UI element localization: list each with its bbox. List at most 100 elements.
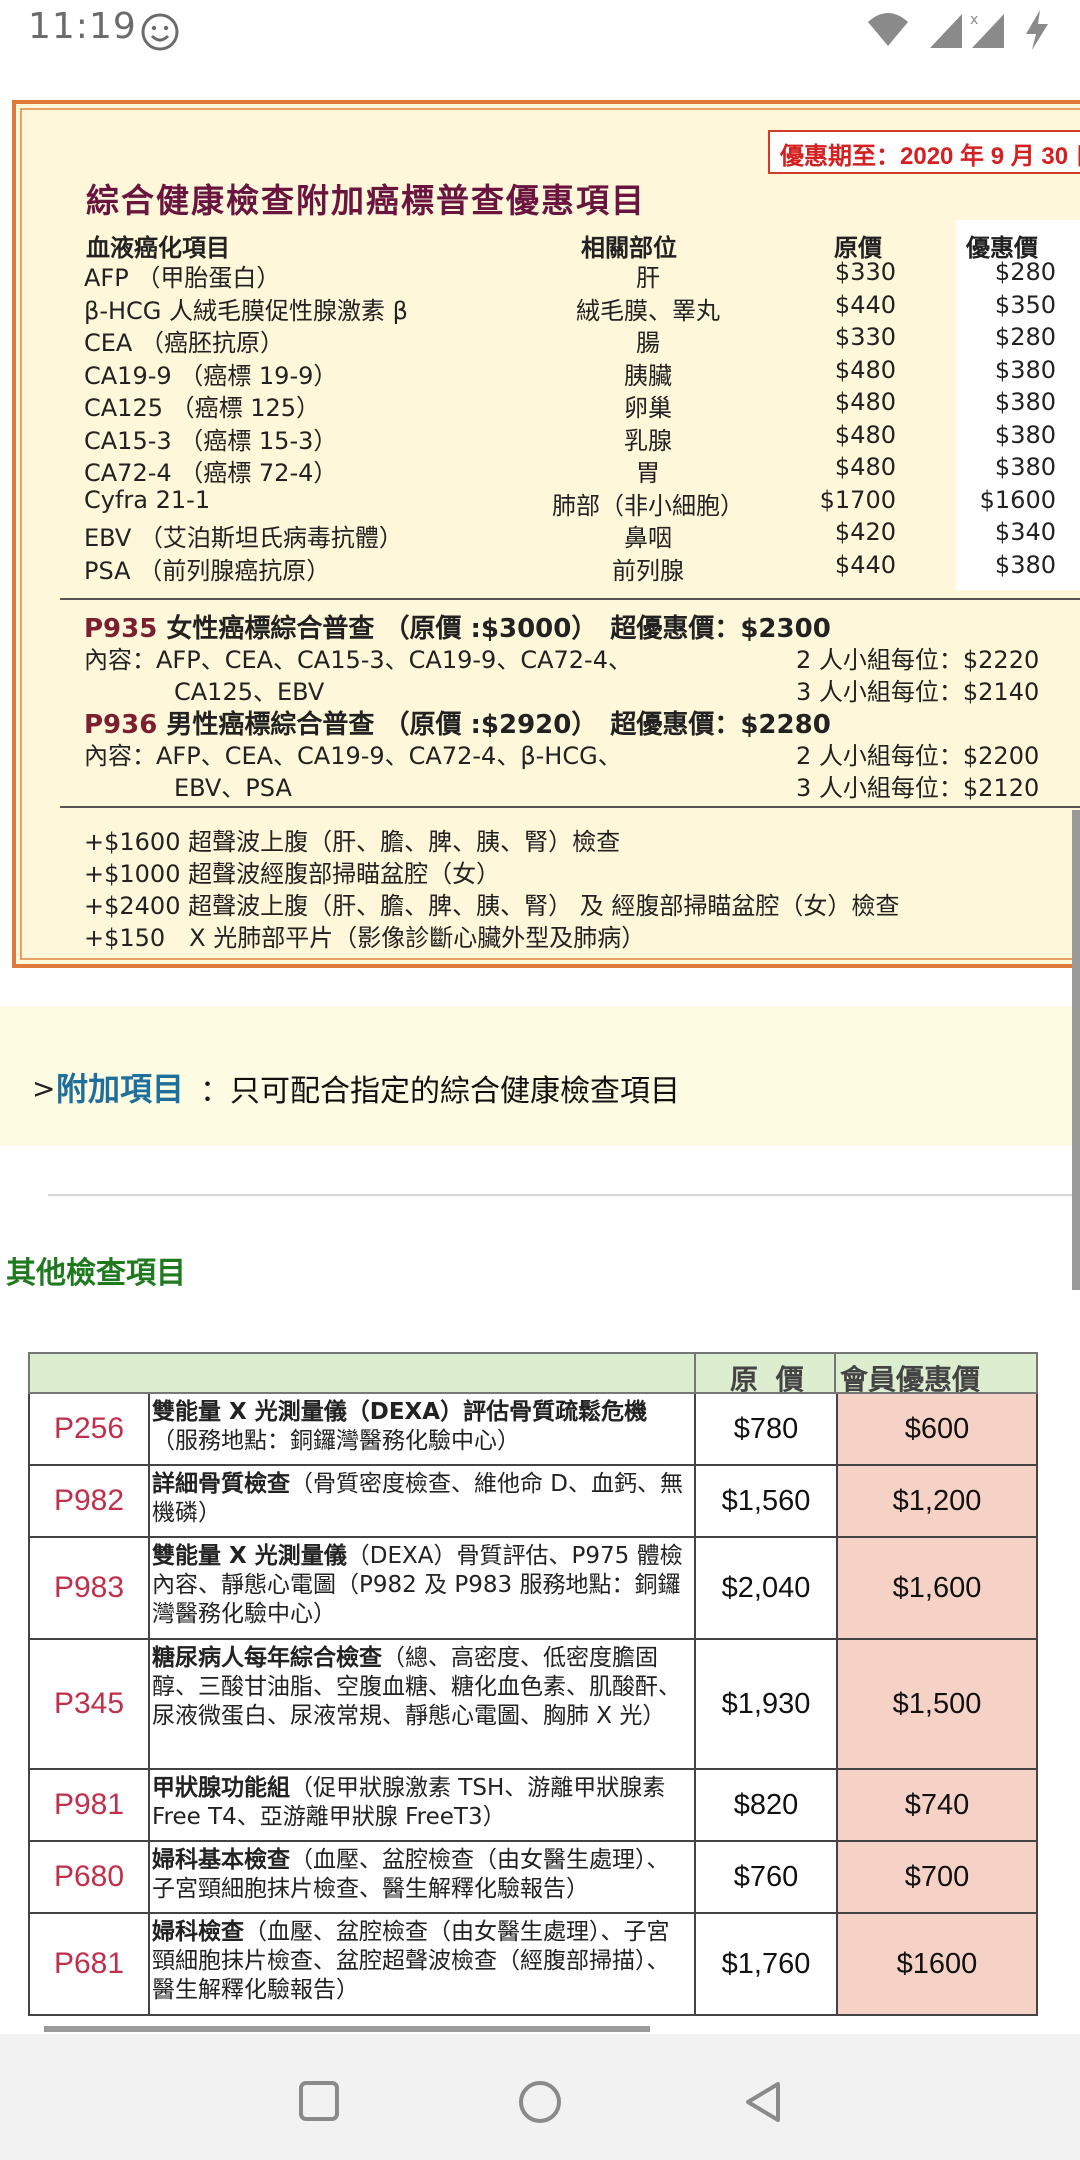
promo-image: 優惠期至：2020 年 9 月 30 日 綜合健康檢查附加癌標普查優惠項目 血液…	[12, 100, 1080, 968]
group-price: 3 人小組每位：$2120	[796, 774, 1040, 802]
promo-item-name: CA72-4 （癌標 72-4）	[84, 459, 338, 487]
member-price: $600	[836, 1394, 1036, 1464]
promo-item-original: $1700	[819, 485, 896, 514]
table-row: P981 甲狀腺功能組（促甲狀腺激素 TSH、游離甲狀腺素 Free T4、亞游離…	[28, 1770, 1038, 1842]
horizontal-scrollbar[interactable]	[44, 2026, 650, 2032]
addon-line: +$150 X 光肺部平片（影像診斷心臟外型及肺病）	[84, 924, 646, 952]
member-price: $1600	[836, 1914, 1036, 2014]
header-original: 原 價	[730, 1363, 808, 1396]
promo-item-original: $330	[834, 323, 896, 351]
test-name: 甲狀腺功能組	[152, 1775, 290, 1801]
smiley-icon	[141, 13, 179, 51]
package-content: 內容：AFP、CEA、CA15-3、CA19-9、CA72-4、	[84, 646, 632, 674]
promo-item-part: 前列腺	[612, 556, 684, 585]
wifi-icon	[868, 13, 908, 46]
addon-line: +$1000 超聲波經腹部掃瞄盆腔（女）	[84, 860, 501, 888]
original-price: $1,760	[694, 1914, 836, 2014]
table-header: 原 價 會員優惠價	[28, 1352, 1038, 1396]
promo-item-discount: $380	[994, 420, 1056, 449]
test-code: P981	[30, 1770, 150, 1840]
promo-item-name: AFP （甲胎蛋白）	[84, 264, 281, 292]
test-description: 甲狀腺功能組（促甲狀腺激素 TSH、游離甲狀腺素 Free T4、亞游離甲狀腺 …	[152, 1774, 692, 1832]
promo-item-name: PSA （前列腺癌抗原）	[84, 556, 331, 585]
original-price: $760	[694, 1842, 836, 1912]
package-content: 內容：AFP、CEA、CA19-9、CA72-4、β-HCG、	[84, 742, 622, 770]
test-code: P680	[30, 1842, 150, 1912]
member-price: $1,600	[836, 1538, 1036, 1638]
chevron-right-icon: >	[32, 1072, 56, 1105]
column-divider	[694, 1354, 696, 1392]
promo-item-part: 卵巢	[624, 394, 672, 422]
test-description: 雙能量 X 光測量儀（DEXA）骨質評估、P975 體檢內容、靜態心電圖（P98…	[152, 1542, 692, 1629]
clock: 11:19	[28, 6, 137, 47]
test-description: 糖尿病人每年綜合檢查（總、高密度、低密度膽固醇、三酸甘油脂、空腹血糖、糖化血色素…	[152, 1644, 692, 1731]
test-details: （服務地點：銅鑼灣醫務化驗中心）	[152, 1428, 520, 1454]
back-triangle-icon[interactable]	[740, 2078, 784, 2126]
promo-item-original: $480	[834, 355, 896, 384]
promo-title: 綜合健康檢查附加癌標普查優惠項目	[86, 181, 646, 220]
home-circle-icon[interactable]	[516, 2078, 564, 2126]
promo-item-discount: $280	[994, 323, 1056, 351]
test-name: 糖尿病人每年綜合檢查	[152, 1645, 382, 1671]
promo-item-original: $480	[834, 453, 896, 481]
promo-row: CA15-3 （癌標 15-3） 乳腺 $480 $380	[16, 420, 1080, 455]
original-price: $780	[694, 1394, 836, 1464]
promo-item-part: 胰臟	[624, 361, 672, 390]
test-description: 詳細骨質檢查（骨質密度檢查、維他命 D、血鈣、無機磷）	[152, 1470, 692, 1528]
group-price: 2 人小組每位：$2200	[796, 742, 1040, 770]
vertical-scrollbar[interactable]	[1072, 810, 1080, 1290]
addon-note: > 附加項目 ：只可配合指定的綜合健康檢查項目	[0, 1006, 1080, 1146]
promo-row: CA19-9 （癌標 19-9） 胰臟 $480 $380	[16, 355, 1080, 390]
charging-icon	[1026, 10, 1048, 50]
promo-item-original: $440	[834, 550, 896, 579]
promo-item-part: 乳腺	[624, 426, 672, 455]
promo-item-part: 鼻咽	[624, 524, 672, 552]
table-row: P680 婦科基本檢查（血壓、盆腔檢查（由女醫生處理）、子宮頸細胞抹片檢查、醫生解…	[28, 1842, 1038, 1914]
promo-item-name: CEA （癌胚抗原）	[84, 329, 284, 357]
promo-item-part: 肺部（非小細胞）	[552, 491, 744, 520]
member-price: $740	[836, 1770, 1036, 1840]
promo-row: CA125 （癌標 125） 卵巢 $480 $380	[16, 388, 1080, 422]
promo-row: Cyfra 21-1 肺部（非小細胞） $1700 $1600	[16, 485, 1080, 520]
original-price: $1,930	[694, 1640, 836, 1768]
promo-item-discount: $280	[994, 258, 1056, 286]
original-price: $820	[694, 1770, 836, 1840]
promo-item-part: 腸	[636, 329, 660, 357]
status-bar: 11:19 x	[0, 0, 1080, 64]
promo-row: PSA （前列腺癌抗原） 前列腺 $440 $380	[16, 550, 1080, 585]
promo-item-part: 肝	[636, 264, 660, 292]
test-name: 婦科檢查	[152, 1919, 244, 1945]
table-row: P345 糖尿病人每年綜合檢查（總、高密度、低密度膽固醇、三酸甘油脂、空腹血糖、糖…	[28, 1640, 1038, 1770]
column-divider	[834, 1354, 836, 1392]
promo-item-name: CA19-9 （癌標 19-9）	[84, 361, 338, 390]
test-name: 婦科基本檢查	[152, 1847, 290, 1873]
addon-line: +$1600 超聲波上腹（肝、膽、脾、胰、腎）檢查	[84, 828, 621, 856]
promo-item-name: CA15-3 （癌標 15-3）	[84, 426, 338, 455]
group-price: 2 人小組每位：$2220	[796, 646, 1040, 674]
promo-item-name: EBV （艾泊斯坦氏病毒抗體）	[84, 524, 403, 552]
test-code: P983	[30, 1538, 150, 1638]
package-content: CA125、EBV	[174, 678, 325, 706]
promo-item-original: $420	[834, 518, 896, 546]
member-price: $1,200	[836, 1466, 1036, 1536]
test-description: 雙能量 X 光測量儀（DEXA）評估骨質疏鬆危機 （服務地點：銅鑼灣醫務化驗中心）	[152, 1398, 692, 1456]
promo-row: AFP （甲胎蛋白） 肝 $330 $280	[16, 258, 1080, 292]
header-member-price: 會員優惠價	[840, 1363, 981, 1396]
promo-row: β-HCG 人絨毛膜促性腺激素 β 絨毛膜、睪丸 $440 $350	[16, 291, 1080, 325]
package-content: EBV、PSA	[174, 774, 292, 802]
member-price: $700	[836, 1842, 1036, 1912]
promo-item-discount: $380	[994, 453, 1056, 481]
promo-row: CA72-4 （癌標 72-4） 胃 $480 $380	[16, 453, 1080, 487]
promo-item-part: 胃	[636, 459, 660, 487]
recents-square-icon[interactable]	[296, 2078, 342, 2124]
test-code: P982	[30, 1466, 150, 1536]
section-title: 其他檢查項目	[6, 1256, 186, 1291]
addon-note-label[interactable]: 附加項目	[56, 1064, 184, 1110]
svg-text:x: x	[970, 12, 978, 28]
test-code: P345	[30, 1640, 150, 1768]
promo-row: CEA （癌胚抗原） 腸 $330 $280	[16, 323, 1080, 357]
navigation-bar	[0, 2034, 1080, 2160]
signal-icon: x	[970, 12, 1004, 48]
test-name: 雙能量 X 光測量儀（DEXA）評估骨質疏鬆危機	[152, 1399, 648, 1425]
group-price: 3 人小組每位：$2140	[796, 678, 1040, 706]
